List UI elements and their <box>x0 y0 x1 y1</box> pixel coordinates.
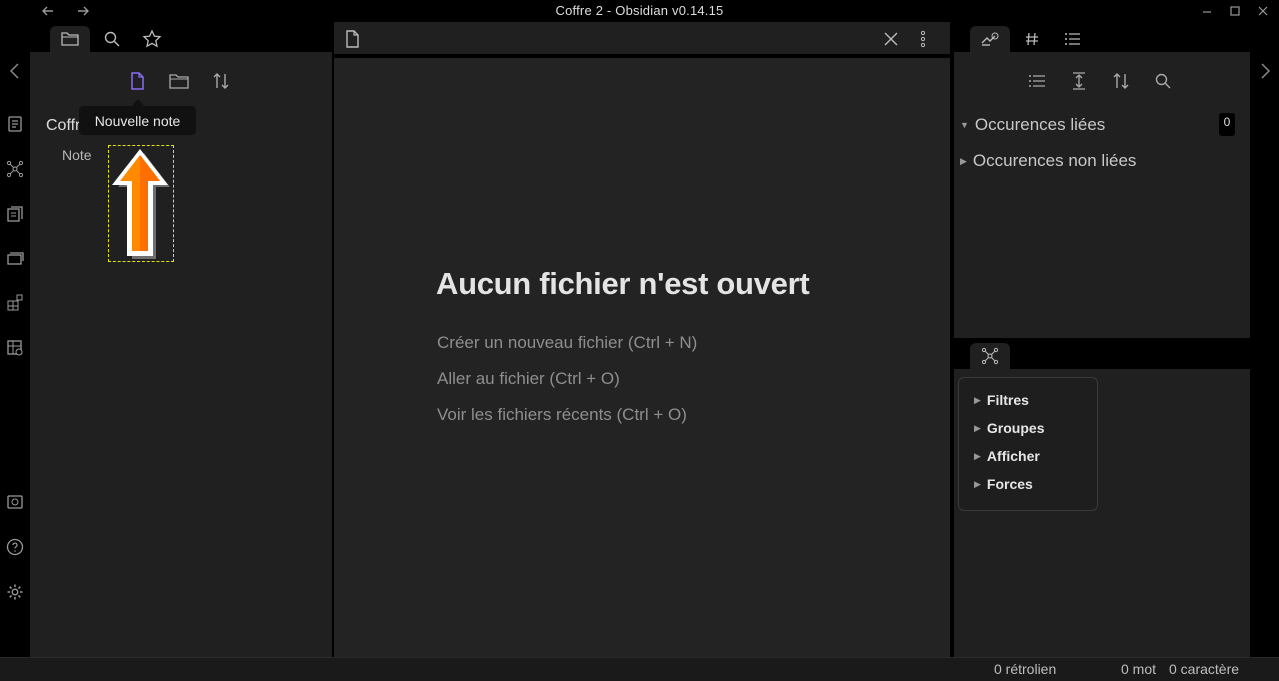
open-quick-switcher-icon[interactable] <box>5 114 25 134</box>
close-window-icon[interactable] <box>1254 2 1272 20</box>
graph-forces-section[interactable]: ▶ Forces <box>974 476 1033 492</box>
search-backlinks-button[interactable] <box>1150 68 1176 94</box>
linked-count-badge: 0 <box>1219 113 1235 136</box>
go-to-file-link[interactable]: Aller au fichier (Ctrl + O) <box>437 369 620 389</box>
graph-control-label: Filtres <box>986 392 1029 408</box>
graph-control-label: Groupes <box>986 420 1045 436</box>
expand-triangle-icon: ▶ <box>974 394 981 405</box>
table-settings-icon[interactable] <box>5 338 25 358</box>
file-item-note[interactable]: Note <box>62 147 92 163</box>
backlinks-icon <box>981 32 999 46</box>
graph-control-label: Afficher <box>986 448 1040 464</box>
recent-files-link[interactable]: Voir les fichiers récents (Ctrl + O) <box>437 405 687 425</box>
tab-file-explorer[interactable] <box>50 26 90 52</box>
graph-icon <box>981 347 999 365</box>
word-count: 0 mot <box>1121 661 1157 677</box>
expand-context-button[interactable] <box>1066 68 1092 94</box>
tab-search[interactable] <box>92 26 132 52</box>
collapse-results-button[interactable] <box>1024 68 1050 94</box>
settings-gear-icon[interactable] <box>5 582 25 602</box>
search-icon <box>104 31 120 47</box>
sort-backlinks-button[interactable] <box>1108 68 1134 94</box>
create-new-file-link[interactable]: Créer un nouveau fichier (Ctrl + N) <box>437 333 697 353</box>
graph-groups-section[interactable]: ▶ Groupes <box>974 420 1045 436</box>
folder-icon <box>169 74 189 89</box>
collapse-triangle-icon: ▼ <box>960 120 969 130</box>
tooltip-pointer <box>132 99 144 106</box>
slides-icon[interactable] <box>5 248 25 268</box>
unlinked-mentions-label: Occurences non liées <box>972 151 1137 170</box>
character-count: 0 caractère <box>1169 661 1240 677</box>
graph-filters-section[interactable]: ▶ Filtres <box>974 392 1029 408</box>
tab-starred[interactable] <box>132 26 172 52</box>
tab-backlinks[interactable] <box>970 26 1010 52</box>
expand-triangle-icon: ▶ <box>974 422 981 433</box>
sort-icon <box>213 73 229 89</box>
expand-vertical-icon <box>1073 72 1085 90</box>
maximize-icon[interactable] <box>1226 2 1244 20</box>
graph-display-section[interactable]: ▶ Afficher <box>974 448 1040 464</box>
tab-outline[interactable] <box>1053 26 1093 52</box>
new-note-icon <box>131 72 144 90</box>
minimize-icon[interactable] <box>1198 2 1216 20</box>
templates-icon[interactable] <box>5 204 25 224</box>
hashtag-icon <box>1026 32 1038 46</box>
file-explorer-pane <box>30 52 332 657</box>
sort-button[interactable] <box>208 68 234 94</box>
help-icon[interactable] <box>5 537 25 557</box>
linked-mentions-label: Occurences liées <box>974 115 1106 134</box>
search-icon <box>1155 73 1171 89</box>
tooltip: Nouvelle note <box>79 106 196 135</box>
vault-switcher-icon[interactable] <box>5 492 25 512</box>
list-icon <box>1029 75 1045 87</box>
file-icon <box>343 29 361 49</box>
expand-triangle-icon: ▶ <box>974 478 981 489</box>
unlinked-mentions-header[interactable]: ▶ Occurences non liées <box>960 151 1136 171</box>
more-options-icon[interactable] <box>915 29 931 49</box>
tab-tags[interactable] <box>1012 26 1052 52</box>
up-arrow-annotation-icon <box>110 147 172 261</box>
expand-triangle-icon: ▶ <box>960 155 967 166</box>
empty-state-view <box>334 58 950 657</box>
expand-triangle-icon: ▶ <box>974 450 981 461</box>
collapse-right-icon[interactable] <box>1256 61 1274 81</box>
graph-control-label: Forces <box>986 476 1033 492</box>
linked-mentions-header[interactable]: ▼ Occurences liées <box>960 115 1105 135</box>
status-bar <box>0 657 1279 681</box>
outline-list-icon <box>1065 33 1080 45</box>
sort-icon <box>1113 73 1129 89</box>
backlinks-pane <box>954 52 1250 338</box>
view-header <box>334 22 950 56</box>
star-icon <box>142 29 162 48</box>
new-folder-button[interactable] <box>166 68 192 94</box>
canvas-blocks-icon[interactable] <box>5 292 25 312</box>
graph-view-icon[interactable] <box>5 159 25 179</box>
window-title: Coffre 2 - Obsidian v0.14.15 <box>555 3 724 18</box>
close-tab-icon[interactable] <box>881 29 901 49</box>
empty-state-title: Aucun fichier n'est ouvert <box>436 266 810 301</box>
collapse-left-icon[interactable] <box>6 61 24 81</box>
folder-icon <box>61 32 79 46</box>
tab-local-graph[interactable] <box>970 343 1010 369</box>
backlink-count: 0 rétrolien <box>994 661 1057 677</box>
new-note-button[interactable] <box>124 68 150 94</box>
